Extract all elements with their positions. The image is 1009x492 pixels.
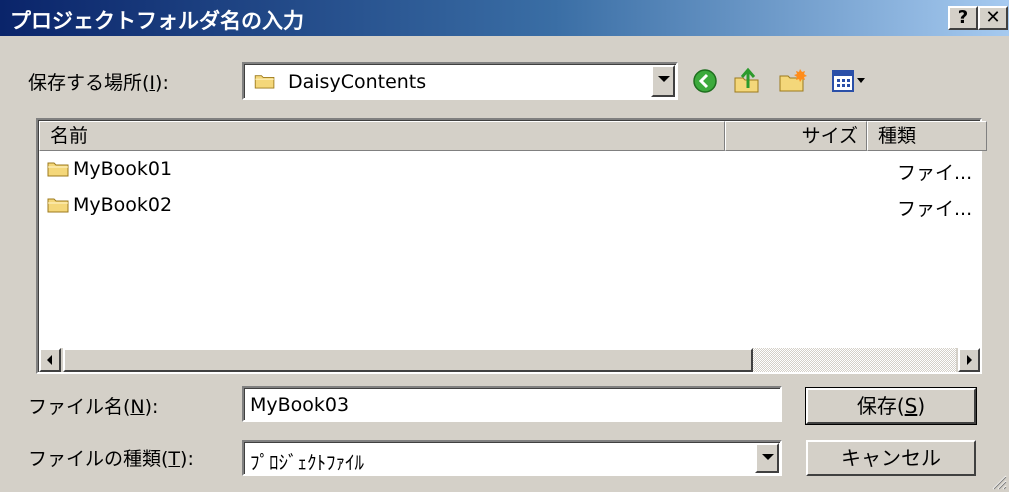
item-type: ファイ...	[897, 198, 973, 220]
resize-grip-icon[interactable]	[989, 472, 1007, 490]
filetype-value: ﾌﾟﾛｼﾞｪｸﾄﾌｧｲﾙ	[250, 452, 365, 474]
horizontal-scrollbar[interactable]	[39, 348, 980, 372]
item-name: MyBook02	[73, 194, 173, 216]
filetype-dropdown-button[interactable]	[755, 443, 779, 473]
view-menu-icon[interactable]	[830, 68, 870, 94]
folder-icon	[254, 75, 275, 89]
location-dropdown-button[interactable]	[651, 65, 675, 97]
location-combobox[interactable]: DaisyContents	[242, 62, 678, 100]
scroll-left-button[interactable]	[39, 348, 61, 372]
scroll-right-button[interactable]	[958, 348, 980, 372]
save-button[interactable]: 保存(S)	[805, 387, 977, 425]
new-folder-icon[interactable]	[778, 66, 808, 96]
filetype-select[interactable]: ﾌﾟﾛｼﾞｪｸﾄﾌｧｲﾙ	[242, 440, 782, 476]
arrow-left-icon	[47, 355, 52, 365]
folder-icon	[47, 162, 69, 177]
cancel-button[interactable]: キャンセル	[806, 440, 976, 476]
arrow-right-icon	[967, 355, 972, 365]
column-header-type[interactable]: 種類	[867, 121, 987, 151]
title-bar[interactable]: プロジェクトフォルダ名の入力 ? ✕	[0, 0, 1009, 36]
back-icon[interactable]	[692, 68, 718, 94]
up-folder-icon[interactable]	[732, 66, 762, 96]
scrollbar-thumb[interactable]	[63, 348, 753, 372]
list-item[interactable]: MyBook01 ファイ...	[39, 153, 980, 187]
window-title: プロジェクトフォルダ名の入力	[10, 9, 304, 33]
close-icon: ✕	[985, 7, 1001, 28]
item-name: MyBook01	[73, 158, 173, 180]
help-button[interactable]: ?	[948, 6, 978, 30]
folder-icon	[47, 198, 69, 213]
location-value: DaisyContents	[288, 71, 427, 93]
close-button[interactable]: ✕	[978, 6, 1008, 30]
list-item[interactable]: MyBook02 ファイ...	[39, 189, 980, 223]
column-header-size[interactable]: サイズ	[725, 121, 867, 151]
filename-label: ファイル名(N):	[28, 396, 159, 418]
location-label: 保存する場所(I):	[28, 72, 169, 94]
filename-value: MyBook03	[250, 394, 350, 416]
item-type: ファイ...	[897, 162, 973, 184]
save-dialog: プロジェクトフォルダ名の入力 ? ✕ 保存する場所(I): DaisyConte…	[0, 0, 1009, 492]
file-list[interactable]: 名前 サイズ 種類 MyBook01 ファイ... MyBook02 ファイ..…	[36, 118, 987, 374]
column-header-name[interactable]: 名前	[39, 121, 725, 151]
filetype-label: ファイルの種類(T):	[28, 448, 194, 470]
filename-input[interactable]: MyBook03	[242, 386, 782, 422]
help-icon: ?	[957, 7, 969, 28]
